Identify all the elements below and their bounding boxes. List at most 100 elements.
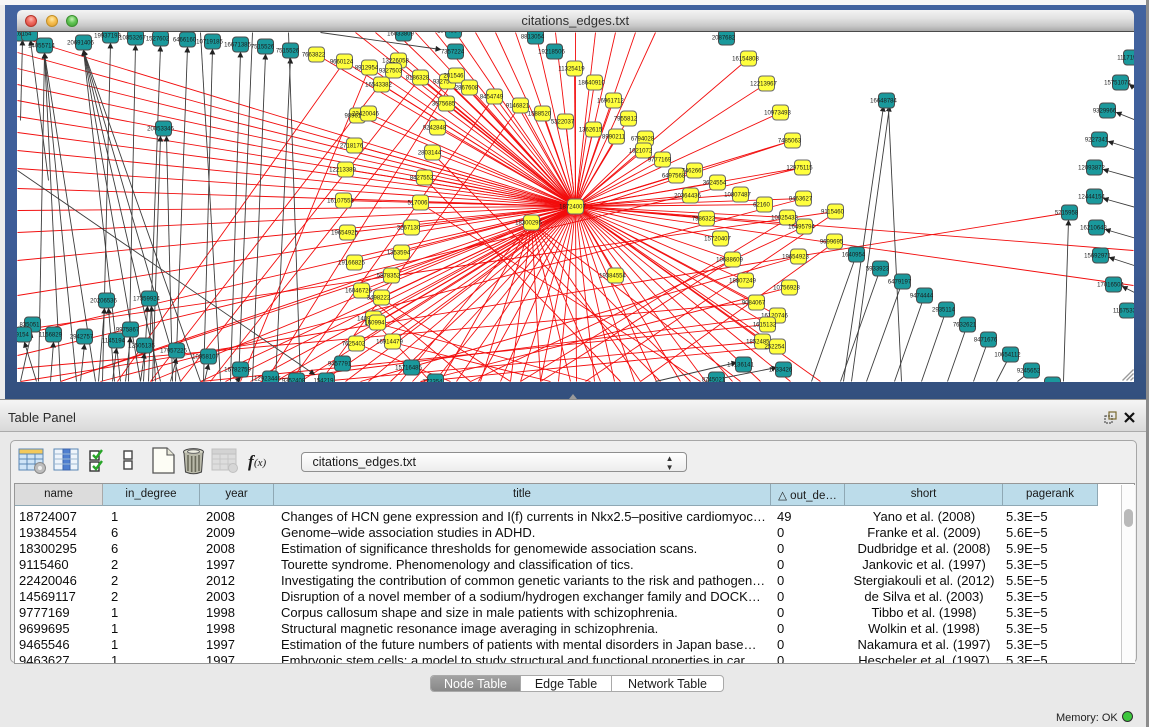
svg-text:6794028: 6794028 [630,136,654,142]
svg-text:19384554: 19384554 [599,273,626,279]
svg-text:7663822: 7663822 [301,52,325,58]
svg-text:15751074: 15751074 [1104,80,1131,86]
svg-text:7515526: 7515526 [250,44,274,50]
svg-text:8186328: 8186328 [405,75,429,81]
svg-text:252254: 252254 [764,344,785,350]
svg-text:10807487: 10807487 [724,192,751,198]
svg-text:8912954: 8912954 [354,65,378,71]
svg-text:7986322: 7986322 [691,216,715,222]
svg-text:8427552: 8427552 [409,175,433,181]
svg-text:16154808: 16154808 [732,56,759,62]
svg-text:14055714: 14055714 [28,43,55,49]
svg-text:2942757: 2942757 [69,334,93,340]
svg-text:2867608: 2867608 [454,85,478,91]
svg-text:517006: 517006 [407,200,428,206]
svg-text:12213967: 12213967 [750,81,777,87]
svg-text:15716485: 15716485 [395,365,422,371]
svg-text:2718176: 2718176 [339,143,363,149]
svg-text:17957225: 17957225 [160,348,187,354]
svg-text:5933923: 5933923 [865,266,889,272]
svg-text:19654923: 19654923 [782,254,809,260]
svg-text:16210643: 16210643 [1080,225,1107,231]
svg-text:10756928: 10756928 [773,285,800,291]
svg-text:1588520: 1588520 [527,111,551,117]
svg-text:10958107: 10958107 [192,354,219,360]
svg-text:23420046: 23420046 [352,111,379,117]
svg-text:154: 154 [21,32,32,38]
svg-text:18640910: 18640910 [578,80,605,86]
svg-text:18807249: 18807249 [729,278,756,284]
svg-text:1640954: 1640954 [841,252,865,258]
svg-text:772354: 772354 [422,379,443,382]
svg-text:19166825: 19166825 [338,260,365,266]
svg-text:1733426: 1733426 [768,367,792,373]
svg-text:9115460: 9115460 [821,209,845,215]
svg-text:9463627: 9463627 [788,196,812,202]
svg-text:20364436: 20364436 [674,193,701,199]
svg-text:16671385: 16671385 [224,42,251,48]
svg-text:18945347: 18945347 [437,32,464,35]
svg-text:16543382: 16543382 [365,82,392,88]
svg-text:10688609: 10688609 [716,257,743,263]
svg-text:2935114: 2935114 [932,307,956,313]
svg-text:7357224: 7357224 [440,49,464,55]
svg-text:12213389: 12213389 [329,167,356,173]
svg-text:8745021: 8745021 [701,377,725,382]
svg-text:9474444: 9474444 [909,293,933,299]
svg-text:12093872: 12093872 [1078,165,1105,171]
svg-text:(x): (x) [254,457,267,469]
svg-text:20206536: 20206536 [90,298,117,304]
svg-text:5215958: 5215958 [1054,210,1078,216]
svg-text:8471676: 8471676 [973,337,997,343]
svg-text:9975867: 9975867 [115,327,139,333]
svg-text:39154: 39154 [17,332,30,338]
svg-text:62160: 62160 [753,202,770,208]
svg-text:6466160: 6466160 [172,37,196,43]
svg-text:10973493: 10973493 [764,110,791,116]
svg-text:9146821: 9146821 [505,103,529,109]
svg-text:8813054: 8813054 [520,34,544,40]
svg-text:3624554: 3624554 [702,180,726,186]
svg-text:201546: 201546 [443,73,464,79]
svg-text:7955812: 7955812 [613,116,637,122]
svg-text:6479197: 6479197 [887,279,911,285]
svg-text:160994: 160994 [364,320,385,326]
svg-text:3675685: 3675685 [431,101,455,107]
svg-text:10025433: 10025433 [771,215,798,221]
svg-text:1527602: 1527602 [145,36,169,42]
svg-text:16648784: 16648784 [870,98,897,104]
svg-text:9660124: 9660124 [329,59,353,65]
svg-text:19218506: 19218506 [538,49,565,55]
svg-text:16046726: 16046726 [345,288,372,294]
svg-text:8990211: 8990211 [602,134,626,140]
svg-text:16914479: 16914479 [376,339,403,345]
svg-text:2803144: 2803144 [417,150,441,156]
svg-text:19937193: 19937193 [94,33,121,39]
svg-text:15720407: 15720407 [704,236,731,242]
svg-text:3498222: 3498222 [366,295,390,301]
svg-text:1156829: 1156829 [39,332,63,338]
svg-text:15692971: 15692971 [1084,253,1111,259]
svg-text:16033809: 16033809 [387,32,414,38]
svg-text:11325419: 11325419 [558,66,585,72]
svg-text:9084067: 9084067 [741,300,765,306]
svg-text:12444154: 12444154 [1078,194,1105,200]
svg-text:7485063: 7485063 [777,138,801,144]
svg-text:9327503: 9327503 [378,68,402,74]
svg-text:16782759: 16782759 [224,367,251,373]
svg-text:18724007: 18724007 [559,204,586,210]
svg-text:9242848: 9242848 [422,125,446,131]
svg-text:16107553: 16107553 [327,198,354,204]
svg-text:1615132: 1615132 [752,322,776,328]
svg-text:5878352: 5878352 [376,273,400,279]
svg-text:8454749: 8454749 [479,94,503,100]
svg-text:10719185: 10719185 [196,39,223,45]
svg-text:746266: 746266 [681,168,702,174]
svg-text:20053346: 20053346 [147,126,174,132]
svg-text:9329966: 9329966 [1092,108,1116,114]
svg-text:1362615: 1362615 [578,127,602,133]
svg-text:7515526: 7515526 [275,48,299,54]
svg-text:17359924: 17359924 [133,296,160,302]
svg-text:1167533: 1167533 [1113,308,1134,314]
svg-text:5322037: 5322037 [550,119,574,125]
